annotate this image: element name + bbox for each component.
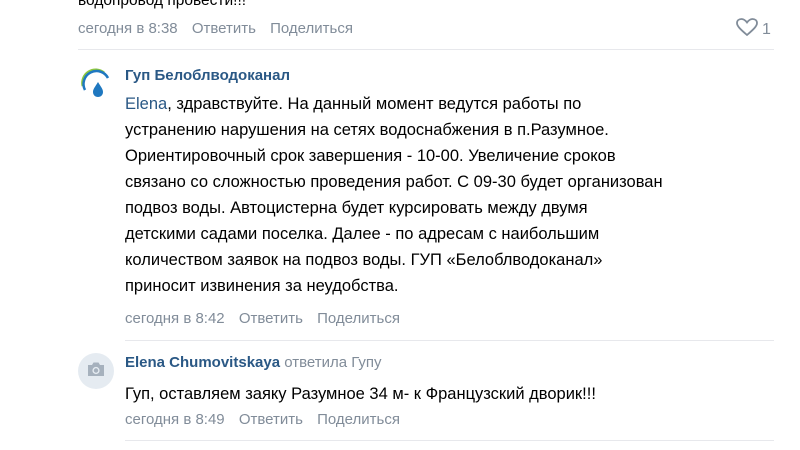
reply-to-label[interactable]: ответила Гупу (284, 354, 381, 371)
comment-line: Elena, здравствуйте. На данный момент ве… (125, 95, 582, 113)
comment-line: Ориентировочный срок завершения - 10-00.… (125, 147, 616, 165)
comment-line: связано со сложностью проведения работ. … (125, 173, 663, 191)
comment-time[interactable]: сегодня в 8:42 (125, 310, 225, 327)
avatar[interactable] (78, 353, 114, 389)
share-link[interactable]: Поделиться (317, 310, 400, 327)
comment-line: количеством заявок на подвоз воды. ГУП «… (125, 251, 603, 269)
heart-icon (736, 18, 758, 41)
camera-icon (86, 361, 106, 382)
comment-time[interactable]: сегодня в 8:38 (78, 20, 178, 37)
previous-comment-meta: сегодня в 8:38 Ответить Поделиться (78, 20, 363, 37)
reply-link[interactable]: Ответить (192, 20, 256, 37)
mention-link[interactable]: Elena (125, 95, 167, 113)
comment-text: Elena, здравствуйте. На данный момент ве… (125, 91, 663, 299)
divider (125, 440, 774, 441)
comment-line: детскими садами поселка. Далее - по адре… (125, 225, 600, 243)
reply-link[interactable]: Ответить (239, 411, 303, 428)
like-count: 1 (762, 20, 771, 38)
comment-author[interactable]: Гуп Белоблводоканал (125, 67, 290, 84)
comment-line: приносит извинения за неудобства. (125, 277, 399, 295)
comment-meta: сегодня в 8:42 Ответить Поделиться (125, 310, 410, 327)
share-link[interactable]: Поделиться (317, 411, 400, 428)
avatar[interactable] (78, 66, 114, 102)
divider (125, 340, 774, 341)
comment-line: подвоз воды. Автоцистерна будет курсиров… (125, 199, 588, 217)
comment-text: Гуп, оставляем заяку Разумное 34 м- к Фр… (125, 385, 596, 403)
share-link[interactable]: Поделиться (270, 20, 353, 37)
comment-meta: сегодня в 8:49 Ответить Поделиться (125, 411, 410, 428)
comment-line: устранению нарушения на сетях водоснабже… (125, 121, 609, 139)
comment-author-line: Elena Chumovitskaya ответила Гупу (125, 354, 382, 371)
comment-author[interactable]: Elena Chumovitskaya (125, 354, 280, 371)
previous-comment-text: водопровод провести!!! (78, 0, 247, 9)
divider (78, 49, 774, 50)
water-drop-logo-icon (78, 66, 114, 102)
like-button[interactable]: 1 (736, 18, 771, 41)
reply-link[interactable]: Ответить (239, 310, 303, 327)
comment-time[interactable]: сегодня в 8:49 (125, 411, 225, 428)
